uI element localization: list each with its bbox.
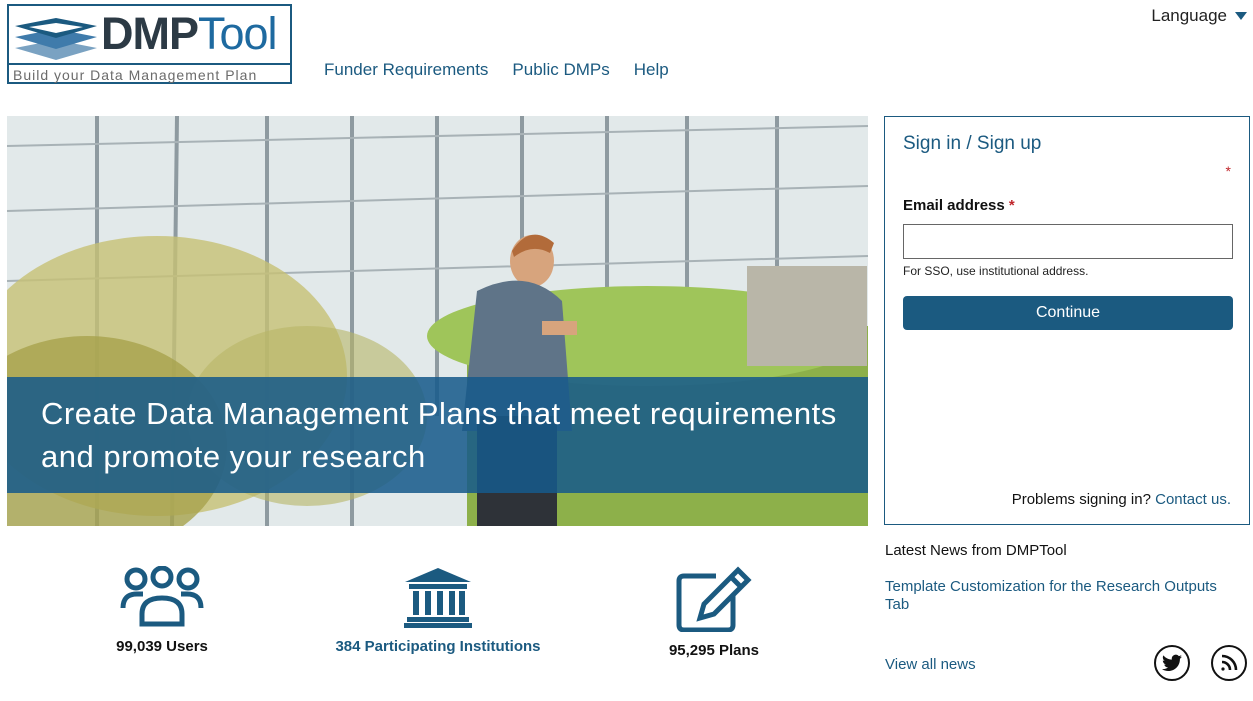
- institution-icon: [404, 568, 472, 628]
- nav-public-dmps[interactable]: Public DMPs: [512, 60, 609, 80]
- continue-button[interactable]: Continue: [903, 296, 1233, 330]
- hero-caption-text: Create Data Management Plans that meet r…: [41, 396, 837, 474]
- hero-caption: Create Data Management Plans that meet r…: [7, 377, 868, 493]
- nav-help[interactable]: Help: [634, 60, 669, 80]
- twitter-icon: [1162, 654, 1182, 671]
- rss-link[interactable]: [1211, 645, 1247, 681]
- users-count: 99,039 Users: [116, 638, 208, 655]
- twitter-link[interactable]: [1154, 645, 1190, 681]
- rss-icon: [1221, 654, 1238, 671]
- signin-title: Sign in / Sign up: [903, 133, 1042, 154]
- logo-wordmark: DMPTool: [101, 8, 278, 59]
- news-item-link[interactable]: Template Customization for the Research …: [885, 578, 1240, 614]
- layers-logo-icon: [15, 18, 97, 60]
- plans-count: 95,295 Plans: [668, 642, 760, 659]
- main-nav: Funder Requirements Public DMPs Help: [324, 60, 669, 80]
- institutions-count[interactable]: 384 Participating Institutions: [330, 638, 546, 655]
- language-label: Language: [1151, 6, 1227, 25]
- stat-institutions[interactable]: 384 Participating Institutions: [330, 566, 546, 655]
- view-all-news-link[interactable]: View all news: [885, 656, 976, 673]
- stat-plans: 95,295 Plans: [654, 566, 774, 659]
- logo-tagline: Build your Data Management Plan: [9, 63, 290, 86]
- signin-panel: Sign in / Sign up * Email address * For …: [884, 116, 1250, 525]
- contact-us-link[interactable]: Contact us.: [1155, 491, 1231, 508]
- users-icon: [120, 566, 204, 627]
- caret-down-icon: [1235, 12, 1247, 20]
- email-label: Email address *: [903, 197, 1015, 214]
- language-dropdown[interactable]: Language: [1151, 6, 1247, 26]
- edit-icon: [676, 566, 752, 632]
- hero-banner: Create Data Management Plans that meet r…: [7, 116, 868, 526]
- nav-funder-requirements[interactable]: Funder Requirements: [324, 60, 488, 80]
- required-marker: *: [1225, 163, 1231, 179]
- logo[interactable]: DMPTool Build your Data Management Plan: [7, 4, 292, 84]
- email-hint: For SSO, use institutional address.: [903, 264, 1089, 278]
- email-field[interactable]: [903, 224, 1233, 259]
- signin-help: Problems signing in? Contact us.: [1011, 491, 1231, 508]
- stat-users: 99,039 Users: [100, 566, 224, 655]
- news-heading: Latest News from DMPTool: [885, 542, 1067, 559]
